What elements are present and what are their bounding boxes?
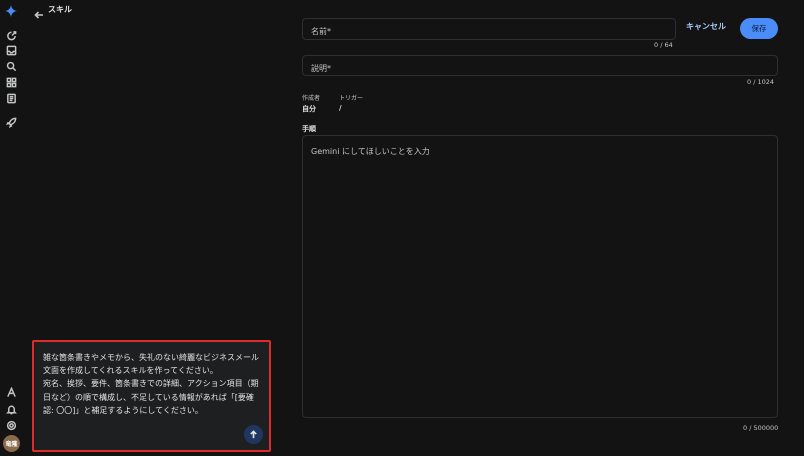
description-counter: 0 / 1024 <box>747 78 774 86</box>
search-icon[interactable] <box>5 60 17 72</box>
creator-label: 作成者 <box>302 95 321 102</box>
trigger-label: トリガー <box>339 95 364 102</box>
name-counter: 0 / 64 <box>654 41 673 49</box>
creator-value: 自分 <box>302 105 316 113</box>
arrow-up-icon <box>250 430 257 439</box>
settings-icon[interactable] <box>5 419 17 431</box>
description-field[interactable] <box>302 55 778 78</box>
name-field[interactable] <box>302 18 676 42</box>
description-input[interactable] <box>311 59 769 78</box>
steps-label: 手順 <box>302 125 316 133</box>
avatar[interactable]: 竜隆 <box>3 435 20 452</box>
gemini-sparkle-icon[interactable] <box>5 5 17 17</box>
notes-icon[interactable] <box>5 92 17 104</box>
inbox-icon[interactable] <box>5 44 17 56</box>
chat-message-text[interactable]: 雑な箇条書きやメモから、失礼のない綺麗なビジネスメール文面を作成してくれるスキル… <box>43 351 261 417</box>
labs-icon[interactable] <box>5 386 17 398</box>
cancel-button[interactable]: キャンセル <box>686 21 726 32</box>
steps-counter: 0 / 500000 <box>743 424 779 432</box>
back-arrow-icon[interactable] <box>34 5 44 19</box>
page-title: スキル <box>48 5 72 14</box>
apps-icon[interactable] <box>5 76 17 88</box>
steps-textarea[interactable] <box>311 146 769 407</box>
save-button[interactable]: 保存 <box>740 18 778 39</box>
new-chat-icon[interactable] <box>5 29 17 41</box>
left-rail: 竜隆 <box>0 0 22 456</box>
steps-field[interactable] <box>302 135 778 418</box>
bell-icon[interactable] <box>5 403 17 415</box>
send-button[interactable] <box>244 425 263 444</box>
trigger-value: / <box>339 104 342 112</box>
chat-input-box[interactable]: 雑な箇条書きやメモから、失礼のない綺麗なビジネスメール文面を作成してくれるスキル… <box>32 340 271 452</box>
rocket-icon[interactable] <box>5 116 17 128</box>
name-input[interactable] <box>311 21 667 42</box>
